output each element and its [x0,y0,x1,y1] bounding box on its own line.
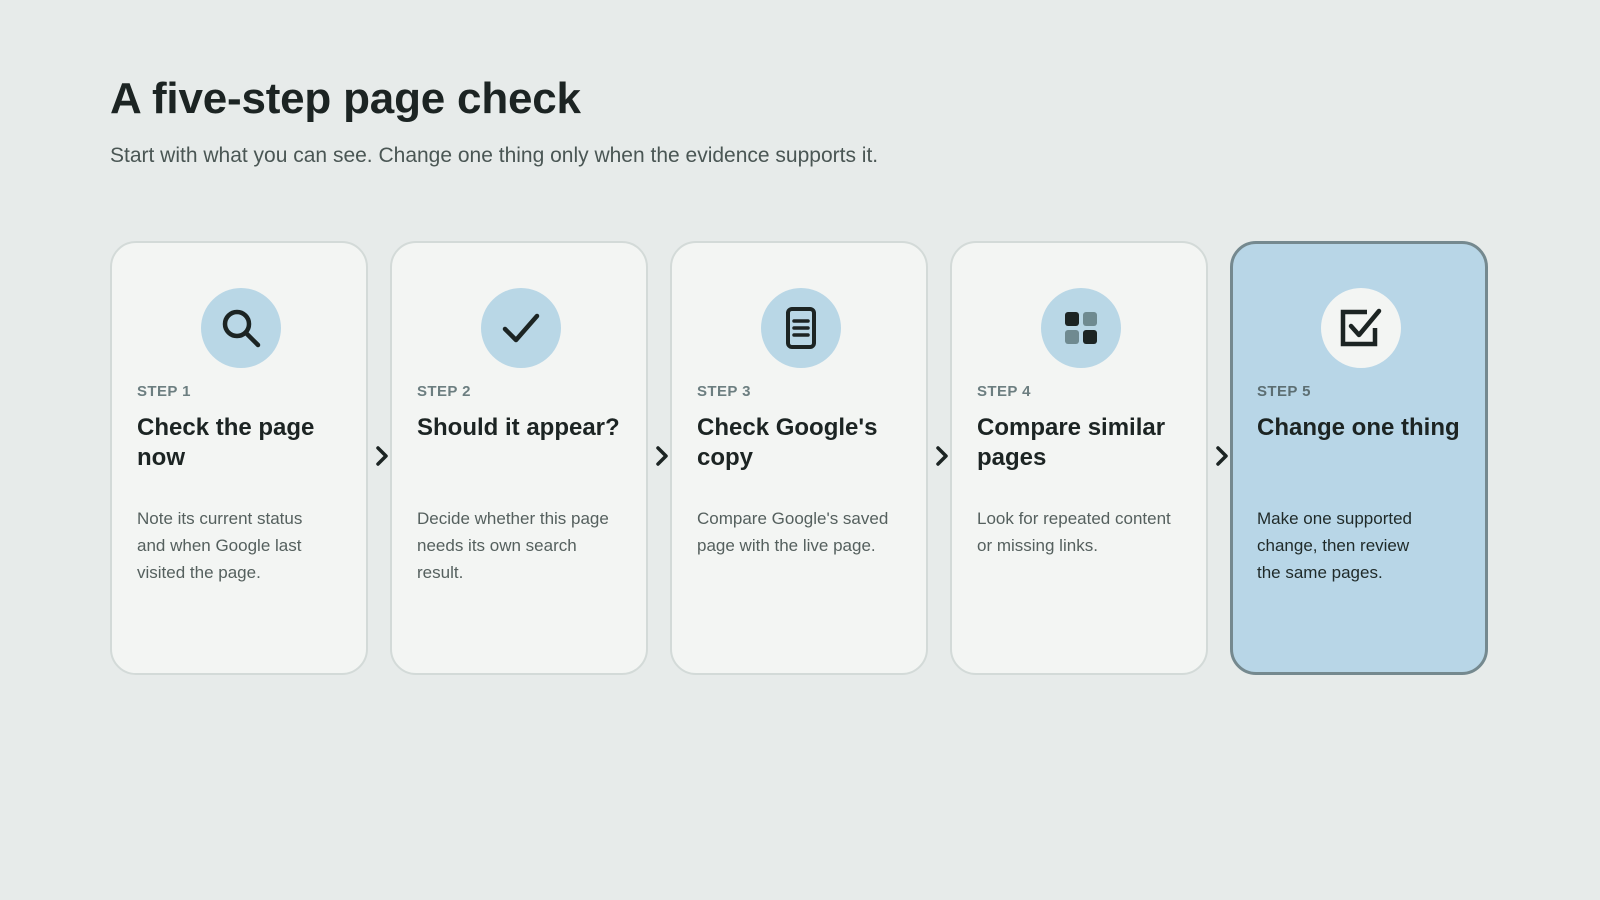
step-description: Make one supported change, then review t… [1257,509,1412,582]
chevron-right-icon [936,446,948,466]
step-title: Change one thing [1257,414,1460,441]
step-title: Compare similar pages [977,414,1166,471]
step-card-2: STEP 2 Should it appear? Decide whether … [390,241,648,675]
checkmark-icon [481,288,561,368]
step-description: Note its current status and when Google … [137,509,303,582]
chevron-right-icon [376,446,388,466]
chevron-right-icon [656,446,668,466]
step-card-3: STEP 3 Check Google's copy Compare Googl… [670,241,928,675]
page-subtitle: Start with what you can see. Change one … [110,144,879,167]
page-title: A five-step page check [110,74,581,123]
step-title: Should it appear? [417,414,620,441]
step-description: Decide whether this page needs its own s… [417,509,609,582]
steps-flow: STEP 1 Check the page now Note its curre… [110,241,1490,679]
step-card-1: STEP 1 Check the page now Note its curre… [110,241,368,675]
step-label: STEP 2 [417,383,471,400]
step-description: Compare Google's saved page with the liv… [697,509,889,555]
search-icon [201,288,281,368]
grid-icon [1041,288,1121,368]
step-label: STEP 1 [137,383,191,400]
step-card-5: STEP 5 Change one thing Make one support… [1230,241,1488,675]
step-title: Check Google's copy [697,414,878,471]
step-label: STEP 5 [1257,383,1311,400]
step-title: Check the page now [137,414,315,471]
document-icon [761,288,841,368]
checkbox-icon [1321,288,1401,368]
step-label: STEP 3 [697,383,751,400]
step-card-4: STEP 4 Compare similar pages Look for re… [950,241,1208,675]
page: A five-step page check Start with what y… [0,0,1600,900]
step-label: STEP 4 [977,383,1031,400]
chevron-right-icon [1216,446,1228,466]
step-description: Look for repeated content or missing lin… [977,509,1171,555]
